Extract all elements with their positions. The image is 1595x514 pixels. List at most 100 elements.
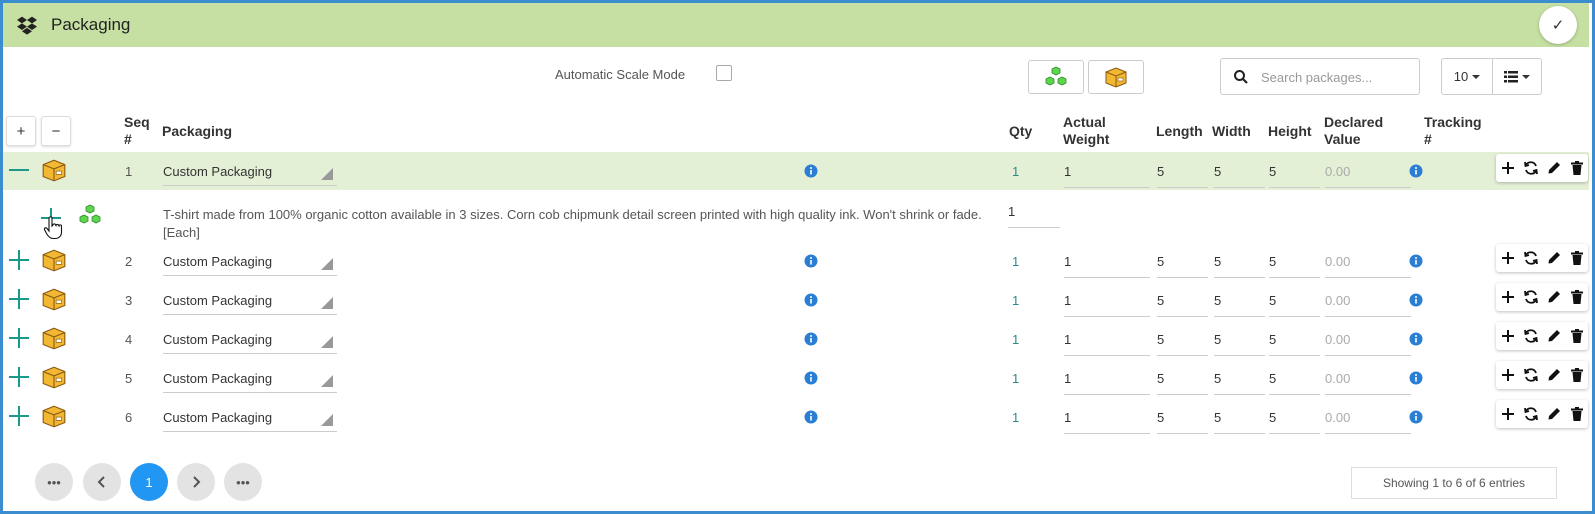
page-next-button[interactable]	[177, 463, 215, 501]
edit-button[interactable]	[1542, 361, 1565, 389]
packaging-select[interactable]: Custom Packaging	[163, 158, 337, 186]
refresh-button[interactable]	[1519, 244, 1542, 272]
expand-row-icon[interactable]	[7, 404, 31, 428]
declared-value-input[interactable]: 0.00	[1325, 246, 1411, 278]
edit-button[interactable]	[1542, 283, 1565, 311]
add-button[interactable]	[1496, 322, 1519, 350]
info-icon[interactable]	[1409, 293, 1423, 307]
page-last-button[interactable]: •••	[224, 463, 262, 501]
info-icon[interactable]	[804, 164, 818, 178]
expand-row-icon[interactable]	[7, 248, 31, 272]
info-icon[interactable]	[804, 410, 818, 424]
collapse-row-icon[interactable]	[7, 158, 31, 182]
width-input[interactable]: 5	[1214, 156, 1265, 188]
plus-icon	[1501, 330, 1514, 342]
package-box-icon	[42, 327, 66, 350]
info-icon[interactable]	[1409, 371, 1423, 385]
package-row: 2 Custom Packaging 1 1 5 5 5 0.00	[3, 242, 1589, 280]
info-icon[interactable]	[804, 254, 818, 268]
height-input[interactable]: 5	[1269, 246, 1320, 278]
height-input[interactable]: 5	[1269, 324, 1320, 356]
add-package-button[interactable]	[1088, 60, 1144, 94]
packaging-select[interactable]: Custom Packaging	[163, 248, 337, 276]
search-input[interactable]	[1261, 67, 1411, 87]
declared-value-input[interactable]: 0.00	[1325, 324, 1411, 356]
actual-weight-input[interactable]: 1	[1064, 402, 1150, 434]
width-input[interactable]: 5	[1214, 285, 1265, 317]
width-input[interactable]: 5	[1214, 246, 1265, 278]
add-button[interactable]	[1496, 361, 1519, 389]
declared-value-input[interactable]: 0.00	[1325, 402, 1411, 434]
expand-row-icon[interactable]	[7, 326, 31, 350]
declared-value-input[interactable]: 0.00	[1325, 156, 1411, 188]
width-input[interactable]: 5	[1214, 363, 1265, 395]
packaging-select[interactable]: Custom Packaging	[163, 404, 337, 432]
length-input[interactable]: 5	[1157, 156, 1208, 188]
delete-button[interactable]	[1565, 244, 1588, 272]
add-button[interactable]	[1496, 244, 1519, 272]
packaging-select[interactable]: Custom Packaging	[163, 287, 337, 315]
packaging-select[interactable]: Custom Packaging	[163, 326, 337, 354]
auto-scale-checkbox[interactable]	[716, 65, 732, 81]
height-input[interactable]: 5	[1269, 156, 1320, 188]
delete-button[interactable]	[1565, 400, 1588, 428]
add-button[interactable]	[1496, 400, 1519, 428]
plus-icon	[1501, 369, 1514, 381]
packaging-select[interactable]: Custom Packaging	[163, 365, 337, 393]
refresh-button[interactable]	[1519, 283, 1542, 311]
actual-weight-input[interactable]: 1	[1064, 324, 1150, 356]
actual-weight-input[interactable]: 1	[1064, 156, 1150, 188]
delete-button[interactable]	[1565, 361, 1588, 389]
refresh-button[interactable]	[1519, 154, 1542, 182]
trash-icon	[1570, 290, 1583, 304]
add-button[interactable]	[1496, 283, 1519, 311]
info-icon[interactable]	[1409, 332, 1423, 346]
info-icon[interactable]	[1409, 164, 1423, 178]
info-icon[interactable]	[1409, 410, 1423, 424]
length-input[interactable]: 5	[1157, 324, 1208, 356]
actual-weight-input[interactable]: 1	[1064, 246, 1150, 278]
info-icon[interactable]	[804, 332, 818, 346]
plus-icon	[1501, 408, 1514, 420]
info-icon[interactable]	[804, 371, 818, 385]
item-qty-input[interactable]: 1	[1008, 198, 1060, 228]
refresh-button[interactable]	[1519, 400, 1542, 428]
length-input[interactable]: 5	[1157, 363, 1208, 395]
collapse-all-button[interactable]: −	[41, 116, 71, 146]
edit-button[interactable]	[1542, 244, 1565, 272]
height-input[interactable]: 5	[1269, 402, 1320, 434]
length-input[interactable]: 5	[1157, 402, 1208, 434]
refresh-button[interactable]	[1519, 361, 1542, 389]
height-input[interactable]: 5	[1269, 363, 1320, 395]
delete-button[interactable]	[1565, 322, 1588, 350]
page-prev-button[interactable]	[83, 463, 121, 501]
edit-button[interactable]	[1542, 154, 1565, 182]
info-icon[interactable]	[804, 293, 818, 307]
info-icon[interactable]	[1409, 254, 1423, 268]
length-input[interactable]: 5	[1157, 246, 1208, 278]
length-input[interactable]: 5	[1157, 285, 1208, 317]
page-number-button[interactable]: 1	[130, 463, 168, 501]
width-input[interactable]: 5	[1214, 324, 1265, 356]
actual-weight-input[interactable]: 1	[1064, 285, 1150, 317]
edit-button[interactable]	[1542, 400, 1565, 428]
refresh-button[interactable]	[1519, 322, 1542, 350]
expand-row-icon[interactable]	[7, 365, 31, 389]
confirm-button[interactable]: ✓	[1539, 6, 1577, 44]
add-button[interactable]	[1496, 154, 1519, 182]
edit-button[interactable]	[1542, 322, 1565, 350]
expand-row-icon[interactable]	[7, 287, 31, 311]
entries-summary: Showing 1 to 6 of 6 entries	[1351, 467, 1557, 499]
delete-button[interactable]	[1565, 283, 1588, 311]
delete-button[interactable]	[1565, 154, 1588, 182]
declared-value-input[interactable]: 0.00	[1325, 285, 1411, 317]
actual-weight-input[interactable]: 1	[1064, 363, 1150, 395]
expand-all-button[interactable]: +	[6, 116, 36, 146]
height-input[interactable]: 5	[1269, 285, 1320, 317]
columns-menu-button[interactable]	[1492, 58, 1542, 95]
width-input[interactable]: 5	[1214, 402, 1265, 434]
declared-value-input[interactable]: 0.00	[1325, 363, 1411, 395]
add-items-button[interactable]	[1028, 60, 1084, 94]
page-first-button[interactable]: •••	[35, 463, 73, 501]
page-size-select[interactable]: 10	[1441, 58, 1493, 95]
